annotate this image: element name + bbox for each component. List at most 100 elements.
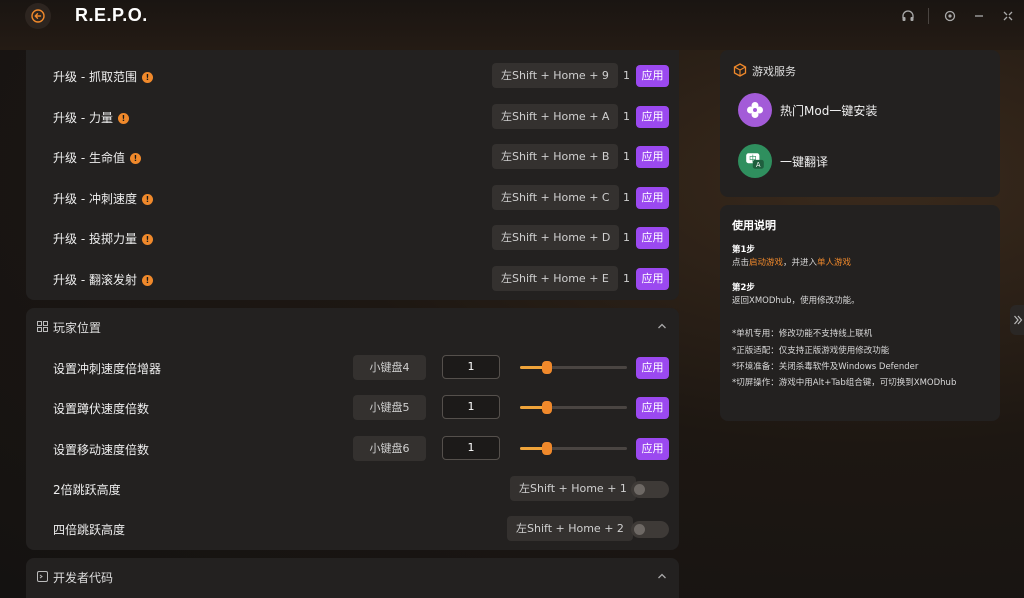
toggle-label: 2倍跳跃高度 xyxy=(53,483,121,497)
section-title: 开发者代码 xyxy=(53,571,114,585)
back-arrow-icon xyxy=(31,9,45,23)
step2-text: 返回XMODhub，使用修改功能。 xyxy=(732,296,860,306)
toggle-knob xyxy=(634,484,645,495)
slider-thumb[interactable] xyxy=(541,401,552,414)
slider-label: 设置蹲伏速度倍数 xyxy=(53,402,150,416)
upgrade-label: 升级 - 冲刺速度 xyxy=(53,192,137,206)
crouch-slider[interactable] xyxy=(520,401,627,414)
app-title: R.E.P.O. xyxy=(75,5,148,25)
apply-button[interactable]: 应用 xyxy=(636,357,669,379)
slider-row: 设置移动速度倍数 小键盘6 1 应用 xyxy=(26,432,679,468)
slider-thumb[interactable] xyxy=(541,361,552,374)
chevrons-right-icon xyxy=(1014,315,1023,325)
headset-button[interactable] xyxy=(900,8,916,24)
note-item: *切屏操作：游戏中用Alt+Tab组合键，可切换到XMODhub xyxy=(732,378,957,388)
apply-button[interactable]: 应用 xyxy=(636,397,669,419)
step-title: 第1步 xyxy=(732,245,755,255)
translate-item[interactable]: 中A 一键翻译 xyxy=(738,144,978,180)
count-value: 1 xyxy=(623,69,630,82)
info-icon[interactable]: ! xyxy=(141,275,153,286)
settings-button[interactable] xyxy=(942,8,958,24)
game-services-panel: 游戏服务 热门Mod一键安装 中A 一键翻译 xyxy=(720,50,1000,197)
chevron-up-icon[interactable] xyxy=(657,321,667,331)
developer-panel: 开发者代码 xyxy=(26,558,679,598)
info-icon[interactable]: ! xyxy=(141,234,153,245)
info-icon[interactable]: ! xyxy=(141,194,153,205)
hotkey-badge: 左Shift + Home + B xyxy=(492,144,619,169)
count-value: 1 xyxy=(623,150,630,163)
apply-button[interactable]: 应用 xyxy=(636,438,669,460)
service-label: 热门Mod一键安装 xyxy=(780,104,878,118)
count-value: 1 xyxy=(623,191,630,204)
upgrade-row: 升级 - 冲刺速度! 左Shift + Home + C 1 应用 xyxy=(26,181,679,217)
gear-icon xyxy=(944,10,956,22)
upgrade-label: 升级 - 翻滚发射 xyxy=(53,273,137,287)
apply-button[interactable]: 应用 xyxy=(636,65,669,87)
step-title: 第2步 xyxy=(732,283,755,293)
apply-button[interactable]: 应用 xyxy=(636,106,669,128)
value-input[interactable]: 1 xyxy=(442,436,500,460)
instructions-title: 使用说明 xyxy=(732,219,776,232)
expand-icon xyxy=(1003,11,1013,21)
toggle-label: 四倍跳跃高度 xyxy=(53,523,126,537)
upgrades-panel: 升级 - 抓取范围! 左Shift + Home + 9 1 应用 升级 - 力… xyxy=(26,50,679,300)
upgrade-label: 升级 - 力量 xyxy=(53,111,113,125)
services-title: 游戏服务 xyxy=(752,65,796,78)
apply-button[interactable]: 应用 xyxy=(636,146,669,168)
move-slider[interactable] xyxy=(520,442,627,455)
minimize-button[interactable] xyxy=(971,8,987,24)
slider-row: 设置冲刺速度倍增器 小键盘4 1 应用 xyxy=(26,351,679,387)
upgrade-row: 升级 - 投掷力量! 左Shift + Home + D 1 应用 xyxy=(26,221,679,257)
launch-game-link[interactable]: 启动游戏 xyxy=(749,258,783,268)
quad-jump-toggle[interactable] xyxy=(631,521,669,538)
upgrade-row: 升级 - 力量! 左Shift + Home + A 1 应用 xyxy=(26,100,679,136)
back-button[interactable] xyxy=(25,3,51,29)
double-jump-toggle[interactable] xyxy=(631,481,669,498)
flower-icon xyxy=(738,93,772,127)
apply-button[interactable]: 应用 xyxy=(636,187,669,209)
slider-thumb[interactable] xyxy=(541,442,552,455)
slider-label: 设置冲刺速度倍增器 xyxy=(53,362,162,376)
apply-button[interactable]: 应用 xyxy=(636,268,669,290)
info-icon[interactable]: ! xyxy=(117,113,129,124)
info-icon[interactable]: ! xyxy=(141,72,153,83)
separator xyxy=(928,8,929,24)
hotkey-badge: 左Shift + Home + D xyxy=(492,225,620,250)
minimize-icon xyxy=(975,15,983,17)
service-label: 一键翻译 xyxy=(780,155,829,169)
note-item: *正版适配：仅支持正版游戏使用修改功能 xyxy=(732,346,890,356)
player-position-panel: 玩家位置 设置冲刺速度倍增器 小键盘4 1 应用 设置蹲伏速度倍数 小键盘5 1… xyxy=(26,308,679,550)
side-expand-tab[interactable] xyxy=(1010,305,1024,335)
fullscreen-button[interactable] xyxy=(1000,8,1016,24)
upgrade-label: 升级 - 生命值 xyxy=(53,151,125,165)
mod-install-item[interactable]: 热门Mod一键安装 xyxy=(738,93,978,129)
hotkey-badge: 左Shift + Home + C xyxy=(492,185,619,210)
chevron-up-icon[interactable] xyxy=(657,571,667,581)
value-input[interactable]: 1 xyxy=(442,355,500,379)
count-value: 1 xyxy=(623,110,630,123)
value-input[interactable]: 1 xyxy=(442,395,500,419)
title-bar: R.E.P.O. xyxy=(0,0,1024,50)
note-item: *环境准备：关闭杀毒软件及Windows Defender xyxy=(732,362,919,372)
hotkey-badge: 左Shift + Home + A xyxy=(492,104,619,129)
section-title: 玩家位置 xyxy=(53,321,102,335)
toggle-knob xyxy=(634,524,645,535)
dev-section-header[interactable]: 开发者代码 xyxy=(26,558,679,596)
grid-icon xyxy=(37,321,48,332)
upgrade-label: 升级 - 抓取范围 xyxy=(53,70,137,84)
upgrade-row: 升级 - 翻滚发射! 左Shift + Home + E 1 应用 xyxy=(26,262,679,298)
single-player-link[interactable]: 单人游戏 xyxy=(817,258,851,268)
upgrade-label: 升级 - 投掷力量 xyxy=(53,232,137,246)
speed-slider[interactable] xyxy=(520,361,627,374)
player-section-header[interactable]: 玩家位置 xyxy=(26,308,679,346)
toggle-row: 2倍跳跃高度 左Shift + Home + 1 xyxy=(26,472,679,508)
svg-text:A: A xyxy=(756,161,761,169)
upgrade-row: 升级 - 抓取范围! 左Shift + Home + 9 1 应用 xyxy=(26,59,679,95)
apply-button[interactable]: 应用 xyxy=(636,227,669,249)
hotkey-badge: 左Shift + Home + 1 xyxy=(510,476,636,501)
slider-row: 设置蹲伏速度倍数 小键盘5 1 应用 xyxy=(26,391,679,427)
count-value: 1 xyxy=(623,231,630,244)
box-icon xyxy=(733,63,747,77)
upgrade-row: 升级 - 生命值! 左Shift + Home + B 1 应用 xyxy=(26,140,679,176)
info-icon[interactable]: ! xyxy=(129,153,141,164)
